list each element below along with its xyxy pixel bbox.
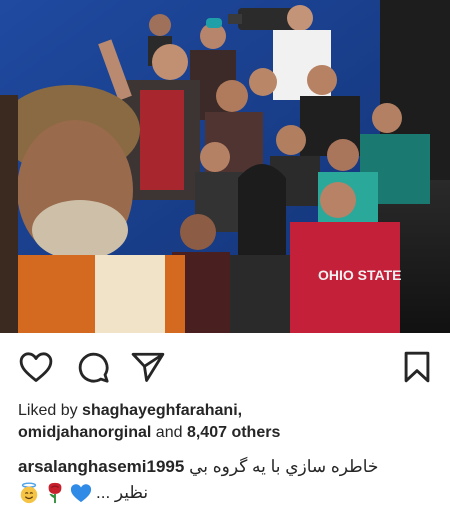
smiling-face-with-halo-emoji	[18, 482, 40, 504]
action-bar	[0, 333, 450, 395]
likes-line-1: Liked by shaghayeghfarahani,	[18, 400, 438, 422]
halo-face-icon	[20, 482, 38, 504]
likes-line-2: omidjahanorginal and 8,407 others	[18, 422, 438, 444]
likes-connector: and	[155, 424, 183, 441]
comment-button[interactable]	[73, 347, 113, 387]
bookmark-icon	[404, 351, 430, 383]
share-button[interactable]	[128, 347, 168, 387]
paper-plane-icon	[131, 352, 165, 382]
instagram-post: OHIO STATE Liked by shaghayeghfarahani, …	[0, 0, 450, 518]
likes-summary: Liked by shaghayeghfarahani, omidjahanor…	[18, 400, 438, 444]
caption-text-line-1: خاطره سازي با يه گروه بي	[189, 457, 379, 476]
post-caption: arsalanghasemi1995 خاطره سازي با يه گروه…	[18, 455, 438, 505]
liker-username-1[interactable]: shaghayeghfarahani,	[82, 402, 242, 419]
blue-heart-icon	[70, 484, 92, 503]
caption-text-line-2: نظير ...	[96, 483, 149, 502]
blue-heart-emoji	[70, 482, 92, 504]
caption-line-2: نظير ...	[18, 481, 438, 505]
liker-username-2[interactable]: omidjahanorginal	[18, 424, 151, 441]
rose-emoji	[44, 482, 66, 504]
liked-by-label: Liked by	[18, 402, 78, 419]
caption-username[interactable]: arsalanghasemi1995	[18, 457, 184, 476]
heart-icon	[19, 352, 53, 382]
like-button[interactable]	[16, 347, 56, 387]
save-button[interactable]	[397, 347, 437, 387]
caption-line-1: arsalanghasemi1995 خاطره سازي با يه گروه…	[18, 455, 438, 479]
comment-icon	[78, 352, 109, 383]
photo-illustration: OHIO STATE	[0, 0, 450, 333]
post-photo[interactable]: OHIO STATE	[0, 0, 450, 333]
rose-icon	[48, 482, 62, 504]
likes-others-count[interactable]: 8,407 others	[187, 424, 280, 441]
svg-text:OHIO STATE: OHIO STATE	[318, 267, 401, 283]
